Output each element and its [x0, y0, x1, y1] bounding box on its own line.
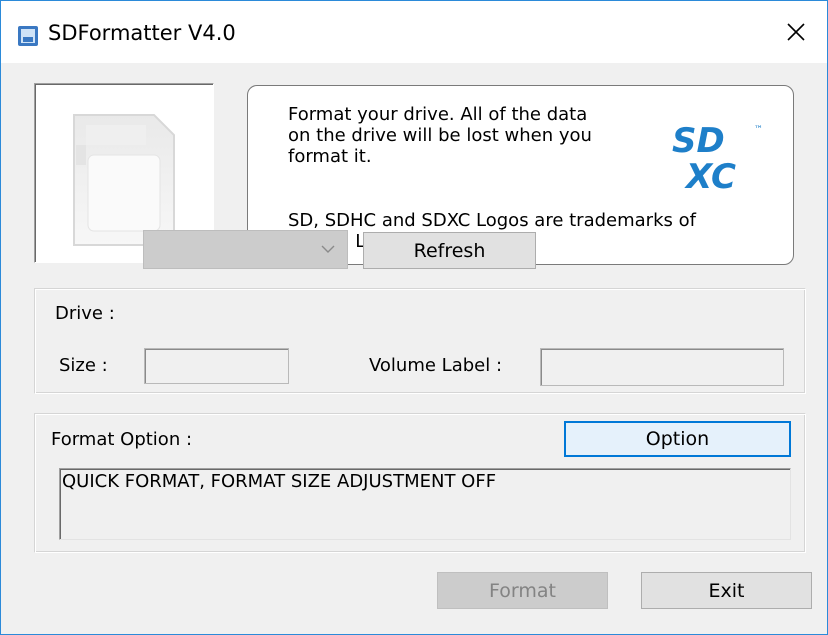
option-button[interactable]: Option [564, 421, 791, 457]
sdxc-logo: SD ™ XC [672, 121, 763, 197]
format-option-setting: QUICK FORMAT, FORMAT SIZE ADJUSTMENT OFF [62, 471, 497, 492]
sdxc-logo-bottom: XC [684, 157, 736, 197]
drive-select[interactable] [143, 230, 348, 269]
format-option-label: Format Option : [51, 429, 193, 450]
window-title: SDFormatter V4.0 [48, 21, 236, 45]
format-warning-text: Format your drive. All of the data on th… [288, 104, 592, 167]
close-icon [787, 23, 805, 41]
sdxc-logo-top: SD [672, 121, 725, 161]
chevron-down-icon [321, 245, 335, 253]
sdxc-logo-tm: ™ [754, 125, 763, 135]
volume-label-label: Volume Label : [369, 355, 503, 376]
sdformatter-window: SDFormatter V4.0 Format your drive. All … [0, 0, 828, 635]
volume-label-field [540, 348, 784, 386]
size-label: Size : [59, 355, 108, 376]
size-field [144, 348, 289, 384]
sd-card-app-icon [18, 26, 38, 46]
drive-label: Drive : [55, 303, 115, 324]
close-button[interactable] [765, 1, 827, 63]
exit-button[interactable]: Exit [641, 572, 812, 609]
title-bar[interactable]: SDFormatter V4.0 [1, 1, 827, 63]
refresh-button[interactable]: Refresh [363, 232, 536, 269]
dialog-body: Format your drive. All of the data on th… [1, 63, 827, 634]
format-option-display: QUICK FORMAT, FORMAT SIZE ADJUSTMENT OFF [59, 468, 791, 540]
format-button[interactable]: Format [437, 572, 608, 609]
